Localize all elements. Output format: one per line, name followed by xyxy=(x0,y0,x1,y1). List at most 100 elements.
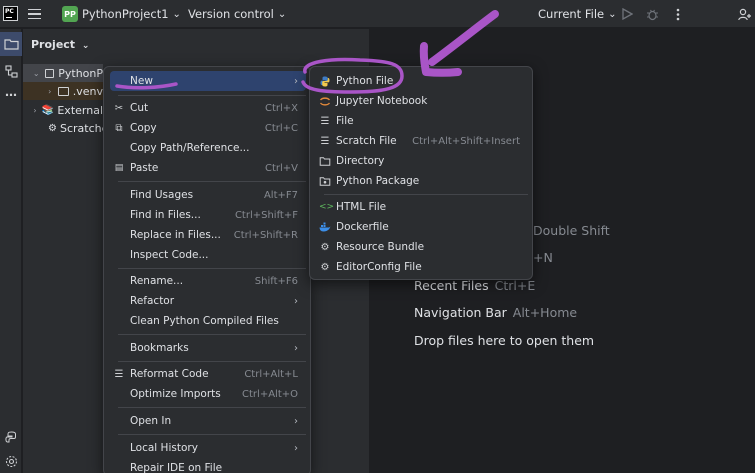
menu-item-open-in[interactable]: Open In › xyxy=(110,411,306,431)
menu-item-shortcut: Ctrl+Alt+O xyxy=(242,388,298,400)
more-actions-button[interactable] xyxy=(676,0,680,28)
pycharm-logo-icon: PC xyxy=(3,6,18,21)
menu-item-directory[interactable]: Directory xyxy=(316,151,528,171)
menu-item-label: Clean Python Compiled Files xyxy=(130,315,279,327)
menu-item-find-usages[interactable]: Find Usages Alt+F7 xyxy=(110,185,306,205)
menu-item-copy[interactable]: ⧉ Copy Ctrl+C xyxy=(110,118,306,138)
tree-node-label: PythonP xyxy=(58,66,103,80)
play-icon xyxy=(622,8,633,20)
tree-node-scratches[interactable]: ⚙ Scratche xyxy=(23,119,108,137)
menu-item-label: Directory xyxy=(336,155,385,167)
tree-node-project-root[interactable]: ⌄ PythonP xyxy=(23,64,103,82)
structure-tool-button[interactable] xyxy=(0,59,22,83)
chevron-down-icon: ⌄ xyxy=(608,8,617,20)
menu-item-label: Repair IDE on File xyxy=(130,462,223,473)
file-icon: ☰ xyxy=(320,115,330,127)
menu-item-python-package[interactable]: Python Package xyxy=(316,171,528,191)
menu-item-local-history[interactable]: Local History › xyxy=(110,438,306,458)
more-vertical-icon xyxy=(676,8,680,20)
more-tool-windows-button[interactable]: ⋯ xyxy=(0,83,22,107)
menu-item-python-file[interactable]: Python File xyxy=(316,71,528,91)
menu-item-label: Find in Files... xyxy=(130,209,201,221)
menu-item-find-in-files[interactable]: Find in Files... Ctrl+Shift+F xyxy=(110,205,306,225)
menu-item-label: Replace in Files... xyxy=(130,229,221,241)
project-badge[interactable]: PP xyxy=(62,6,78,22)
project-context-menu: New › ✂ Cut Ctrl+X ⧉ Copy Ctrl+C Copy Pa… xyxy=(103,66,311,473)
menu-separator xyxy=(118,181,306,182)
scratch-file-icon: ☰ xyxy=(320,135,330,147)
menu-item-label: New xyxy=(130,75,153,87)
run-configuration-selector[interactable]: Current File ⌄ xyxy=(538,0,616,28)
menu-item-paste[interactable]: ▤ Paste Ctrl+V xyxy=(110,158,306,178)
menu-item-reformat-code[interactable]: ☰ Reformat Code Ctrl+Alt+L xyxy=(110,364,306,384)
menu-item-label: File xyxy=(336,115,354,127)
menu-item-dockerfile[interactable]: Dockerfile xyxy=(316,217,528,237)
add-user-icon xyxy=(738,8,751,20)
menu-item-replace-in-files[interactable]: Replace in Files... Ctrl+Shift+R xyxy=(110,225,306,245)
menu-icon xyxy=(28,9,41,19)
menu-item-jupyter-notebook[interactable]: Jupyter Notebook xyxy=(316,91,528,111)
project-switcher[interactable]: PythonProject1 ⌄ xyxy=(82,0,181,28)
tree-node-label: Scratche xyxy=(59,121,109,135)
menu-item-new[interactable]: New › xyxy=(110,71,306,91)
menu-item-file[interactable]: ☰ File xyxy=(316,111,528,131)
services-tool-button[interactable] xyxy=(0,449,22,473)
hint-shortcut: Double Shift xyxy=(533,223,610,238)
menu-item-label: Resource Bundle xyxy=(336,241,425,253)
menu-item-repair-ide[interactable]: Repair IDE on File xyxy=(110,458,306,473)
version-control-label: Version control xyxy=(188,7,274,21)
menu-item-label: Dockerfile xyxy=(336,221,389,233)
chevron-down-icon: ⌄ xyxy=(81,41,90,51)
python-packages-button[interactable] xyxy=(0,425,22,449)
version-control-menu[interactable]: Version control ⌄ xyxy=(188,0,286,28)
bug-icon xyxy=(647,9,658,20)
menu-item-shortcut: Ctrl+Shift+R xyxy=(233,229,298,241)
menu-item-rename[interactable]: Rename... Shift+F6 xyxy=(110,271,306,291)
copy-icon: ⧉ xyxy=(115,122,123,134)
tree-node-external-libraries[interactable]: › 📚 External xyxy=(23,101,103,119)
chevron-right-icon: › xyxy=(294,295,298,307)
menu-item-cut[interactable]: ✂ Cut Ctrl+X xyxy=(110,98,306,118)
menu-item-label: Cut xyxy=(130,102,149,114)
menu-item-optimize-imports[interactable]: Optimize Imports Ctrl+Alt+O xyxy=(110,384,306,404)
hint-shortcut: Ctrl+E xyxy=(494,278,536,293)
menu-item-resource-bundle[interactable]: ⚙ Resource Bundle xyxy=(316,237,528,257)
run-button[interactable] xyxy=(622,0,633,28)
chevron-right-icon: › xyxy=(48,86,52,96)
app-logo-text: PC xyxy=(5,8,14,15)
menu-item-copy-path[interactable]: Copy Path/Reference... xyxy=(110,138,306,158)
menu-item-html-file[interactable]: <> HTML File xyxy=(316,197,528,217)
menu-separator xyxy=(118,434,306,435)
menu-item-editorconfig-file[interactable]: ⚙ EditorConfig File xyxy=(316,257,528,277)
menu-item-label: HTML File xyxy=(336,201,387,213)
menu-item-shortcut: Ctrl+Alt+Shift+Insert xyxy=(412,135,520,147)
menu-item-clean-compiled[interactable]: Clean Python Compiled Files xyxy=(110,311,306,331)
debug-button[interactable] xyxy=(646,0,659,28)
tree-node-label: External xyxy=(57,103,103,117)
menu-item-label: Scratch File xyxy=(336,135,397,147)
project-view-selector[interactable]: Project ⌄ xyxy=(31,38,89,51)
hint-recent-files: Recent Files Ctrl+E xyxy=(414,278,535,293)
menu-item-label: Reformat Code xyxy=(130,368,209,380)
menu-separator xyxy=(118,334,306,335)
chevron-down-icon: ⌄ xyxy=(172,8,181,20)
menu-item-scratch-file[interactable]: ☰ Scratch File Ctrl+Alt+Shift+Insert xyxy=(316,131,528,151)
tree-node-venv[interactable]: › .venv xyxy=(23,82,103,100)
project-tool-button[interactable] xyxy=(0,32,22,56)
folder-icon xyxy=(319,157,331,166)
menu-item-label: Paste xyxy=(130,162,159,174)
menu-item-bookmarks[interactable]: Bookmarks › xyxy=(110,338,306,358)
chevron-right-icon: › xyxy=(294,75,298,87)
menu-item-refactor[interactable]: Refactor › xyxy=(110,291,306,311)
folder-icon xyxy=(3,39,19,50)
main-menu-button[interactable] xyxy=(28,0,44,28)
menu-item-shortcut: Shift+F6 xyxy=(254,275,298,287)
menu-separator xyxy=(118,407,306,408)
menu-item-inspect-code[interactable]: Inspect Code... xyxy=(110,245,306,265)
menu-item-label: Copy xyxy=(130,122,157,134)
code-with-me-button[interactable] xyxy=(738,0,752,28)
menu-item-label: Jupyter Notebook xyxy=(336,95,428,107)
menu-item-shortcut: Ctrl+X xyxy=(264,102,298,114)
chevron-right-icon: › xyxy=(294,442,298,454)
python-icon xyxy=(320,76,330,87)
